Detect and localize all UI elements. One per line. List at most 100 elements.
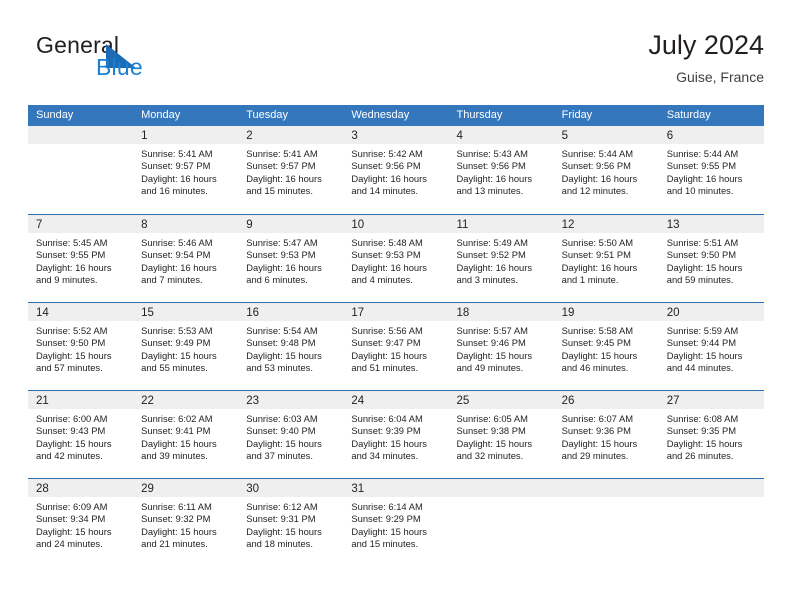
daylight-text-line2: and 42 minutes. [36, 450, 103, 462]
sunrise-text: Sunrise: 6:12 AM [246, 501, 318, 512]
day-cell[interactable]: 6 Sunrise: 5:44 AM Sunset: 9:55 PM Dayli… [658, 126, 764, 214]
day-cell[interactable] [658, 479, 764, 566]
daylight-text-line2: and 24 minutes. [36, 538, 103, 550]
sunset-text: Sunset: 9:56 PM [456, 160, 526, 172]
day-cell[interactable]: 4 Sunrise: 5:43 AM Sunset: 9:56 PM Dayli… [448, 126, 554, 214]
day-cell[interactable]: 24 Sunrise: 6:04 AM Sunset: 9:39 PM Dayl… [343, 391, 449, 478]
sunset-text: Sunset: 9:39 PM [351, 425, 421, 437]
day-cell[interactable]: 5 Sunrise: 5:44 AM Sunset: 9:56 PM Dayli… [553, 126, 659, 214]
sunset-text: Sunset: 9:53 PM [351, 249, 421, 261]
day-details: Sunrise: 6:11 AM Sunset: 9:32 PM Dayligh… [133, 497, 238, 551]
sunrise-text: Sunrise: 5:52 AM [36, 325, 108, 336]
daylight-text-line2: and 15 minutes. [351, 538, 419, 550]
day-cell[interactable]: 9 Sunrise: 5:47 AM Sunset: 9:53 PM Dayli… [238, 215, 344, 302]
day-number-band: 16 [238, 303, 344, 321]
sunset-text: Sunset: 9:55 PM [666, 160, 737, 172]
day-cell[interactable] [553, 479, 659, 566]
weekday-header-sunday: Sunday [36, 109, 74, 121]
daylight-text-line1: Daylight: 15 hours [456, 349, 533, 361]
day-cell[interactable]: 23 Sunrise: 6:03 AM Sunset: 9:40 PM Dayl… [238, 391, 344, 478]
brand-logo[interactable]: General Blue [36, 32, 256, 88]
daylight-text-line1: Daylight: 15 hours [666, 349, 743, 361]
day-details: Sunrise: 5:47 AM Sunset: 9:53 PM Dayligh… [238, 233, 343, 287]
day-number: 1 [141, 130, 148, 142]
day-cell[interactable]: 8 Sunrise: 5:46 AM Sunset: 9:54 PM Dayli… [133, 215, 239, 302]
day-cell[interactable]: 20 Sunrise: 5:59 AM Sunset: 9:44 PM Dayl… [658, 303, 764, 390]
daylight-text-line2: and 46 minutes. [561, 362, 629, 374]
day-number-band [553, 479, 659, 497]
day-cell[interactable]: 7 Sunrise: 5:45 AM Sunset: 9:55 PM Dayli… [28, 215, 134, 302]
day-details: Sunrise: 5:41 AM Sunset: 9:57 PM Dayligh… [133, 144, 238, 198]
sunset-text: Sunset: 9:57 PM [141, 160, 211, 172]
sunset-text: Sunset: 9:29 PM [351, 513, 421, 525]
day-number-band: 6 [658, 126, 764, 144]
daylight-text-line1: Daylight: 16 hours [351, 261, 427, 273]
daylight-text-line2: and 3 minutes. [456, 274, 519, 286]
day-cell[interactable] [28, 126, 134, 214]
day-details: Sunrise: 5:42 AM Sunset: 9:56 PM Dayligh… [343, 144, 448, 198]
sunrise-text: Sunrise: 6:08 AM [666, 413, 739, 424]
day-number: 22 [141, 395, 154, 407]
day-number-band: 5 [553, 126, 659, 144]
day-details: Sunrise: 5:59 AM Sunset: 9:44 PM Dayligh… [659, 321, 764, 375]
day-cell[interactable]: 21 Sunrise: 6:00 AM Sunset: 9:43 PM Dayl… [28, 391, 134, 478]
day-cell[interactable]: 12 Sunrise: 5:50 AM Sunset: 9:51 PM Dayl… [553, 215, 659, 302]
sunrise-text: Sunrise: 5:42 AM [351, 148, 423, 159]
day-cell[interactable]: 3 Sunrise: 5:42 AM Sunset: 9:56 PM Dayli… [343, 126, 449, 214]
day-cell[interactable]: 2 Sunrise: 5:41 AM Sunset: 9:57 PM Dayli… [238, 126, 344, 214]
daylight-text-line2: and 9 minutes. [36, 274, 98, 286]
daylight-text-line1: Daylight: 15 hours [246, 525, 322, 537]
day-cell[interactable]: 10 Sunrise: 5:48 AM Sunset: 9:53 PM Dayl… [343, 215, 449, 302]
day-cell[interactable]: 15 Sunrise: 5:53 AM Sunset: 9:49 PM Dayl… [133, 303, 239, 390]
day-cell[interactable] [448, 479, 554, 566]
day-number: 24 [351, 395, 365, 407]
daylight-text-line2: and 59 minutes. [666, 274, 734, 286]
day-cell[interactable]: 14 Sunrise: 5:52 AM Sunset: 9:50 PM Dayl… [28, 303, 134, 390]
day-details: Sunrise: 5:49 AM Sunset: 9:52 PM Dayligh… [449, 233, 554, 287]
daylight-text-line2: and 15 minutes. [246, 185, 313, 197]
day-number-band: 26 [553, 391, 659, 409]
day-number-band: 22 [133, 391, 239, 409]
day-number-band [658, 479, 764, 497]
day-details: Sunrise: 5:53 AM Sunset: 9:49 PM Dayligh… [133, 321, 238, 375]
day-cell[interactable]: 29 Sunrise: 6:11 AM Sunset: 9:32 PM Dayl… [133, 479, 239, 566]
sunrise-text: Sunrise: 5:47 AM [246, 237, 318, 248]
daylight-text-line2: and 4 minutes. [351, 274, 413, 286]
day-number: 27 [666, 395, 680, 407]
sunrise-text: Sunrise: 6:09 AM [36, 501, 108, 512]
day-cell[interactable]: 30 Sunrise: 6:12 AM Sunset: 9:31 PM Dayl… [238, 479, 344, 566]
sunrise-text: Sunrise: 5:51 AM [666, 237, 739, 248]
day-number-band: 9 [238, 215, 344, 233]
day-cell[interactable]: 18 Sunrise: 5:57 AM Sunset: 9:46 PM Dayl… [448, 303, 554, 390]
day-number-band: 1 [133, 126, 239, 144]
day-number-band: 25 [448, 391, 554, 409]
page-header: General Blue July 2024 Guise, France [28, 28, 764, 98]
day-cell[interactable]: 1 Sunrise: 5:41 AM Sunset: 9:57 PM Dayli… [133, 126, 239, 214]
day-cell[interactable]: 11 Sunrise: 5:49 AM Sunset: 9:52 PM Dayl… [448, 215, 554, 302]
sunrise-text: Sunrise: 5:54 AM [246, 325, 318, 336]
day-cell[interactable]: 28 Sunrise: 6:09 AM Sunset: 9:34 PM Dayl… [28, 479, 134, 566]
day-cell[interactable]: 19 Sunrise: 5:58 AM Sunset: 9:45 PM Dayl… [553, 303, 659, 390]
day-cell[interactable]: 16 Sunrise: 5:54 AM Sunset: 9:48 PM Dayl… [238, 303, 344, 390]
daylight-text-line1: Daylight: 15 hours [36, 349, 112, 361]
sunset-text: Sunset: 9:47 PM [351, 337, 421, 349]
day-number-band [448, 479, 554, 497]
day-cell[interactable]: 22 Sunrise: 6:02 AM Sunset: 9:41 PM Dayl… [133, 391, 239, 478]
day-details [554, 497, 659, 501]
daylight-text-line1: Daylight: 16 hours [36, 261, 112, 273]
day-details: Sunrise: 5:45 AM Sunset: 9:55 PM Dayligh… [28, 233, 133, 287]
day-cell[interactable]: 13 Sunrise: 5:51 AM Sunset: 9:50 PM Dayl… [658, 215, 764, 302]
day-cell[interactable]: 25 Sunrise: 6:05 AM Sunset: 9:38 PM Dayl… [448, 391, 554, 478]
day-cell[interactable]: 31 Sunrise: 6:14 AM Sunset: 9:29 PM Dayl… [343, 479, 449, 566]
day-cell[interactable]: 26 Sunrise: 6:07 AM Sunset: 9:36 PM Dayl… [553, 391, 659, 478]
day-number: 19 [561, 307, 575, 319]
sunset-text: Sunset: 9:32 PM [141, 513, 211, 525]
sunrise-text: Sunrise: 5:41 AM [246, 148, 318, 159]
day-cell[interactable]: 27 Sunrise: 6:08 AM Sunset: 9:35 PM Dayl… [658, 391, 764, 478]
daylight-text-line2: and 18 minutes. [246, 538, 313, 550]
day-number: 20 [666, 307, 680, 319]
day-cell[interactable]: 17 Sunrise: 5:56 AM Sunset: 9:47 PM Dayl… [343, 303, 449, 390]
sunrise-text: Sunrise: 5:46 AM [141, 237, 213, 248]
daylight-text-line1: Daylight: 16 hours [246, 261, 322, 273]
day-number: 29 [141, 483, 154, 495]
